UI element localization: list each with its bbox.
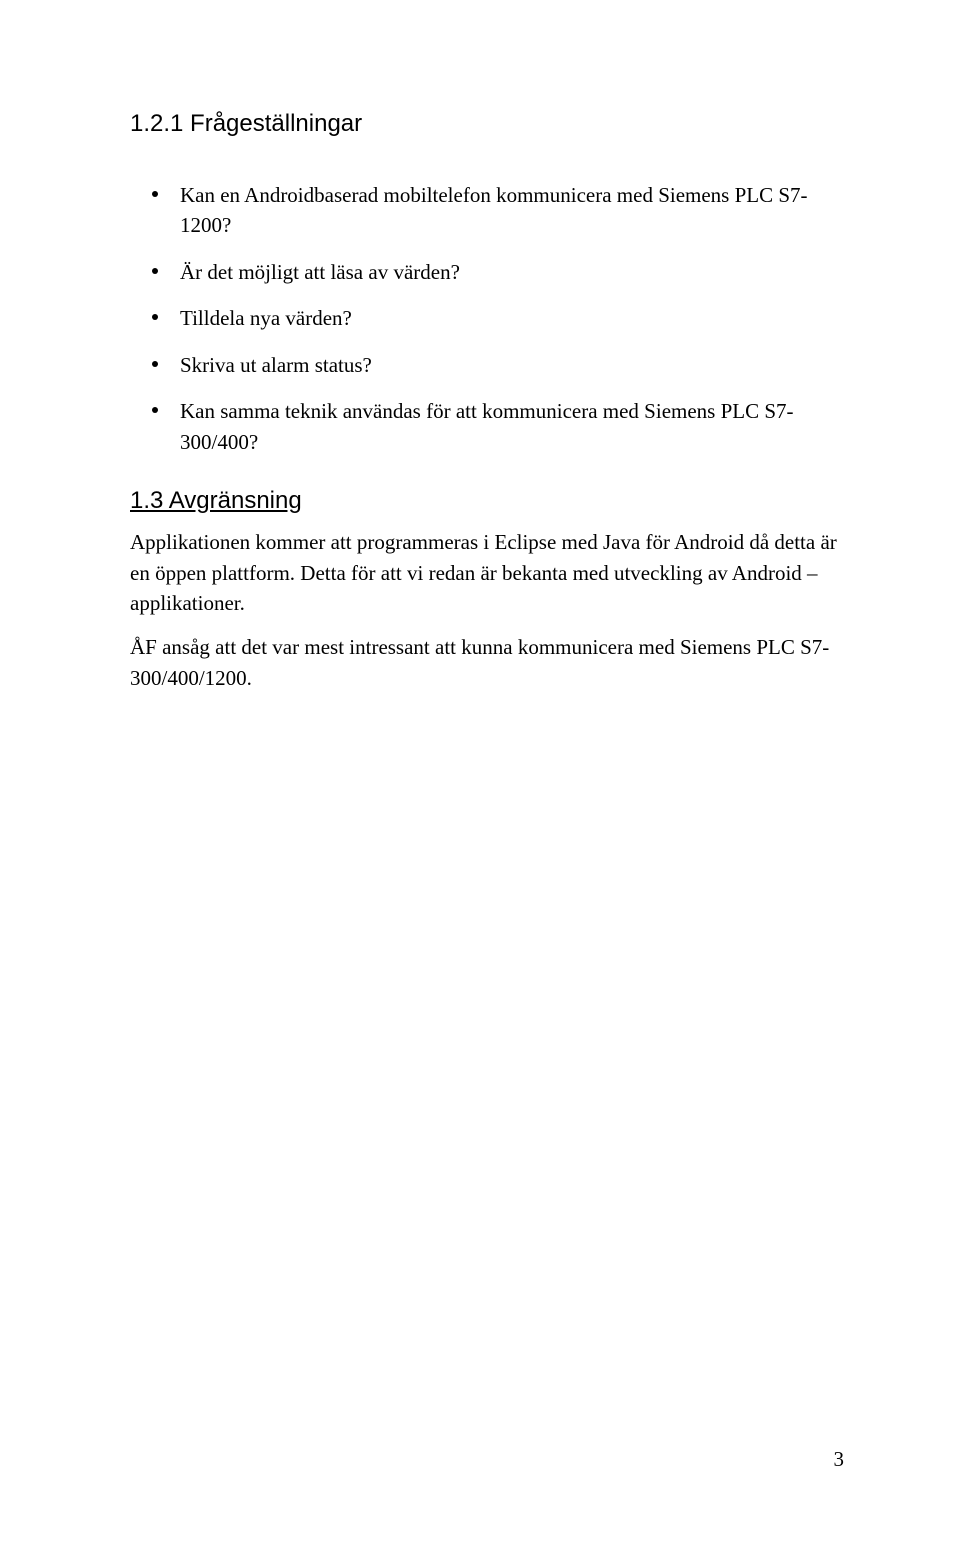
list-item: Skriva ut alarm status? xyxy=(130,350,840,380)
list-item: Kan samma teknik användas för att kommun… xyxy=(130,396,840,457)
document-page: 1.2.1 Frågeställningar Kan en Androidbas… xyxy=(0,0,960,1554)
list-item: Är det möjligt att läsa av värden? xyxy=(130,257,840,287)
section-heading-scope: 1.3 Avgränsning xyxy=(130,487,840,515)
body-paragraph: Applikationen kommer att programmeras i … xyxy=(130,527,840,618)
list-item: Tilldela nya värden? xyxy=(130,303,840,333)
page-number: 3 xyxy=(834,1447,845,1472)
list-item: Kan en Androidbaserad mobiltelefon kommu… xyxy=(130,180,840,241)
section-heading-questions: 1.2.1 Frågeställningar xyxy=(130,110,840,138)
body-paragraph: ÅF ansåg att det var mest intressant att… xyxy=(130,632,840,693)
question-bullet-list: Kan en Androidbaserad mobiltelefon kommu… xyxy=(130,180,840,457)
